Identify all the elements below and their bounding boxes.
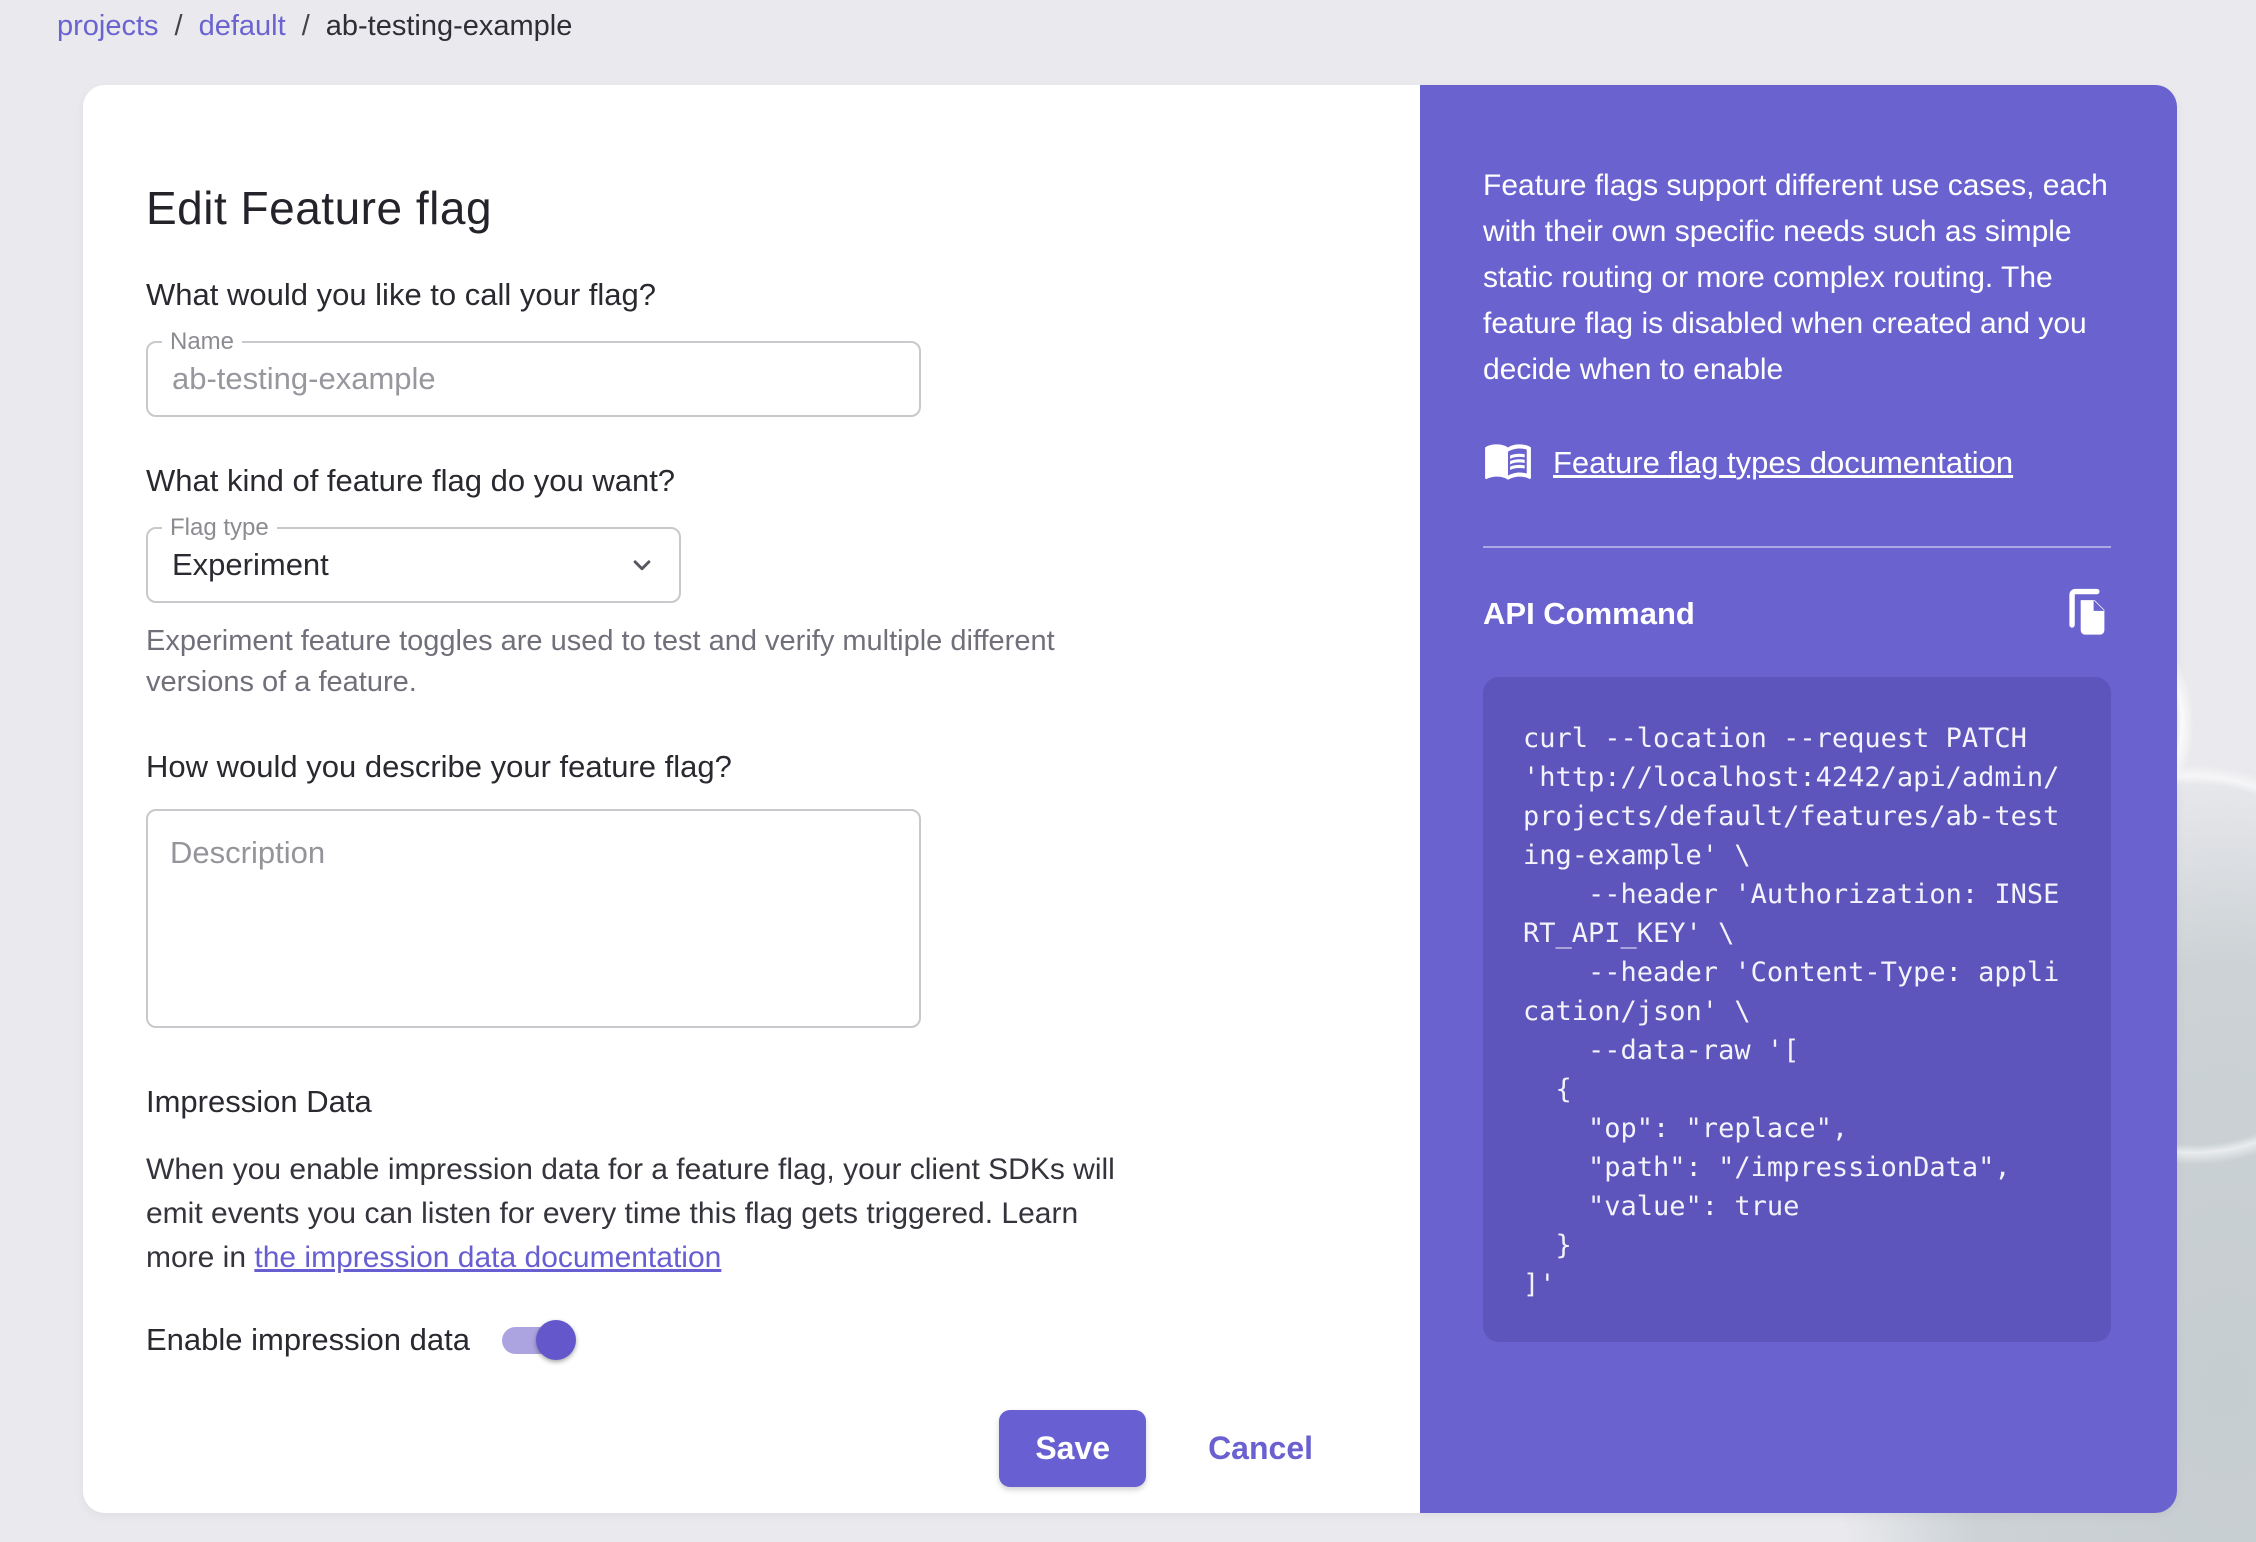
impression-toggle-row: Enable impression data — [146, 1320, 1313, 1360]
impression-data-doc-link[interactable]: the impression data documentation — [254, 1241, 721, 1274]
sidebar-intro-text: Feature flags support different use case… — [1483, 163, 2111, 393]
feature-flag-types-doc-link[interactable]: Feature flag types documentation — [1553, 445, 2013, 481]
api-command-code[interactable]: curl --location --request PATCH 'http://… — [1483, 677, 2111, 1342]
name-field-label: Name — [162, 328, 242, 356]
feature-flag-form: Edit Feature flag What would you like to… — [83, 85, 1420, 1513]
chevron-down-icon — [627, 550, 657, 580]
edit-feature-flag-card: Edit Feature flag What would you like to… — [83, 85, 2177, 1513]
api-command-row: API Command — [1483, 584, 2111, 643]
description-textarea[interactable] — [148, 811, 919, 1026]
toggle-thumb — [536, 1320, 576, 1360]
breadcrumb-link-projects[interactable]: projects — [57, 10, 159, 43]
impression-toggle-label: Enable impression data — [146, 1322, 470, 1358]
description-question-label: How would you describe your feature flag… — [146, 749, 1313, 785]
impression-data-heading: Impression Data — [146, 1084, 1313, 1120]
flag-type-label: Flag type — [162, 514, 277, 542]
breadcrumb-separator: / — [175, 10, 183, 43]
copy-command-button[interactable] — [2059, 584, 2111, 643]
flag-type-select[interactable]: Flag type Experiment — [146, 527, 681, 603]
docs-link-row: Feature flag types documentation — [1483, 435, 2111, 490]
breadcrumb-link-default[interactable]: default — [199, 10, 286, 43]
name-input[interactable] — [148, 343, 919, 415]
cancel-button[interactable]: Cancel — [1208, 1430, 1313, 1467]
api-command-heading: API Command — [1483, 596, 1695, 632]
impression-data-description: When you enable impression data for a fe… — [146, 1148, 1126, 1280]
form-actions: Save Cancel — [146, 1410, 1313, 1487]
name-question-label: What would you like to call your flag? — [146, 277, 1313, 313]
sidebar-divider — [1483, 546, 2111, 548]
flag-type-helper-text: Experiment feature toggles are used to t… — [146, 621, 1136, 703]
name-field: Name — [146, 341, 921, 417]
flag-type-value: Experiment — [148, 547, 627, 583]
page-title: Edit Feature flag — [146, 181, 1313, 235]
breadcrumb-separator: / — [302, 10, 310, 43]
description-field — [146, 809, 921, 1028]
impression-data-toggle[interactable] — [500, 1320, 572, 1360]
copy-icon — [2059, 584, 2111, 643]
info-sidebar: Feature flags support different use case… — [1420, 85, 2177, 1513]
breadcrumb-current: ab-testing-example — [326, 10, 573, 43]
type-question-label: What kind of feature flag do you want? — [146, 463, 1313, 499]
save-button[interactable]: Save — [999, 1410, 1146, 1487]
breadcrumb: projects / default / ab-testing-example — [57, 10, 572, 43]
menu-book-icon — [1483, 435, 1533, 490]
